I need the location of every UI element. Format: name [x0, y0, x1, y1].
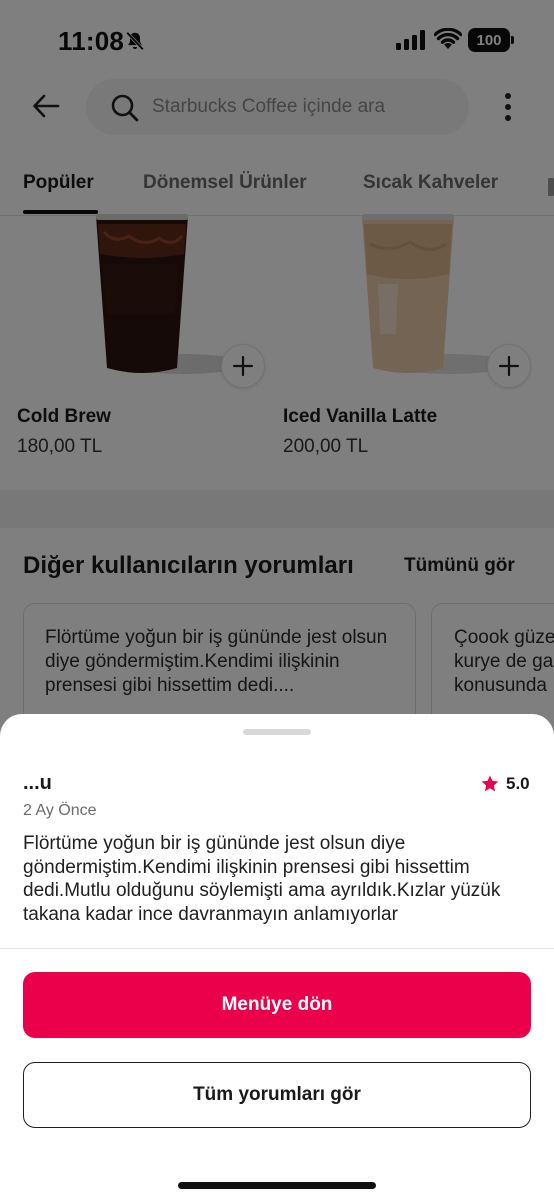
- review-detail-sheet: ...u 5.0 2 Ay Önce Flörtüme yoğun bir iş…: [0, 714, 554, 1200]
- sheet-drag-handle[interactable]: [243, 729, 311, 735]
- review-rating: 5.0: [480, 772, 530, 796]
- reviewer-name: ...u: [23, 772, 52, 794]
- restaurant-menu-screen: 11:08 100: [0, 0, 554, 1200]
- see-all-reviews-button[interactable]: Tüm yorumları gör: [23, 1062, 531, 1128]
- star-icon: [481, 775, 499, 792]
- back-to-menu-button[interactable]: Menüye dön: [23, 972, 531, 1038]
- review-body: Flörtüme yoğun bir iş gününde jest olsun…: [23, 833, 501, 925]
- sheet-divider: [0, 948, 554, 949]
- review-date: 2 Ay Önce: [23, 802, 97, 819]
- rating-value: 5.0: [506, 774, 530, 793]
- home-indicator[interactable]: [178, 1182, 376, 1189]
